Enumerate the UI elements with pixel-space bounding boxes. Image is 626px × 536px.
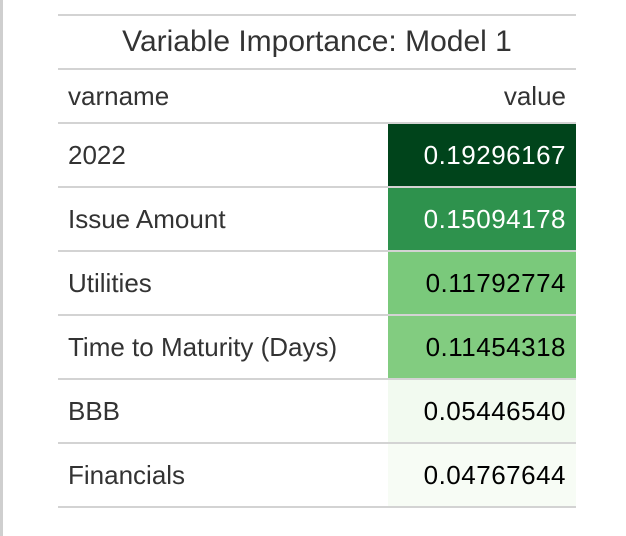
table-body: 2022 0.19296167 Issue Amount 0.15094178 … <box>58 124 576 508</box>
value-cell: 0.11792774 <box>388 252 576 314</box>
variable-importance-table: Variable Importance: Model 1 varname val… <box>58 14 576 508</box>
varname-cell: Time to Maturity (Days) <box>68 331 338 362</box>
window-left-edge <box>0 0 3 536</box>
column-header-varname: varname <box>68 80 170 111</box>
value-cell: 0.15094178 <box>388 188 576 250</box>
varname-cell: Utilities <box>68 267 152 298</box>
table-row: Time to Maturity (Days) 0.11454318 <box>58 316 576 380</box>
table-row: 2022 0.19296167 <box>58 124 576 188</box>
table-row: Financials 0.04767644 <box>58 444 576 508</box>
value-cell: 0.05446540 <box>388 380 576 442</box>
column-header-value: value <box>503 80 566 111</box>
value-cell: 0.04767644 <box>388 444 576 506</box>
table-row: Utilities 0.11792774 <box>58 252 576 316</box>
table-title: Variable Importance: Model 1 <box>58 14 576 70</box>
value-cell: 0.19296167 <box>388 124 576 186</box>
varname-cell: Financials <box>68 459 186 490</box>
table-row: Issue Amount 0.15094178 <box>58 188 576 252</box>
varname-cell: 2022 <box>68 139 126 170</box>
table-row: BBB 0.05446540 <box>58 380 576 444</box>
varname-cell: Issue Amount <box>68 203 226 234</box>
varname-cell: BBB <box>68 395 121 426</box>
table-header-row: varname value <box>58 70 576 124</box>
value-cell: 0.11454318 <box>388 316 576 378</box>
